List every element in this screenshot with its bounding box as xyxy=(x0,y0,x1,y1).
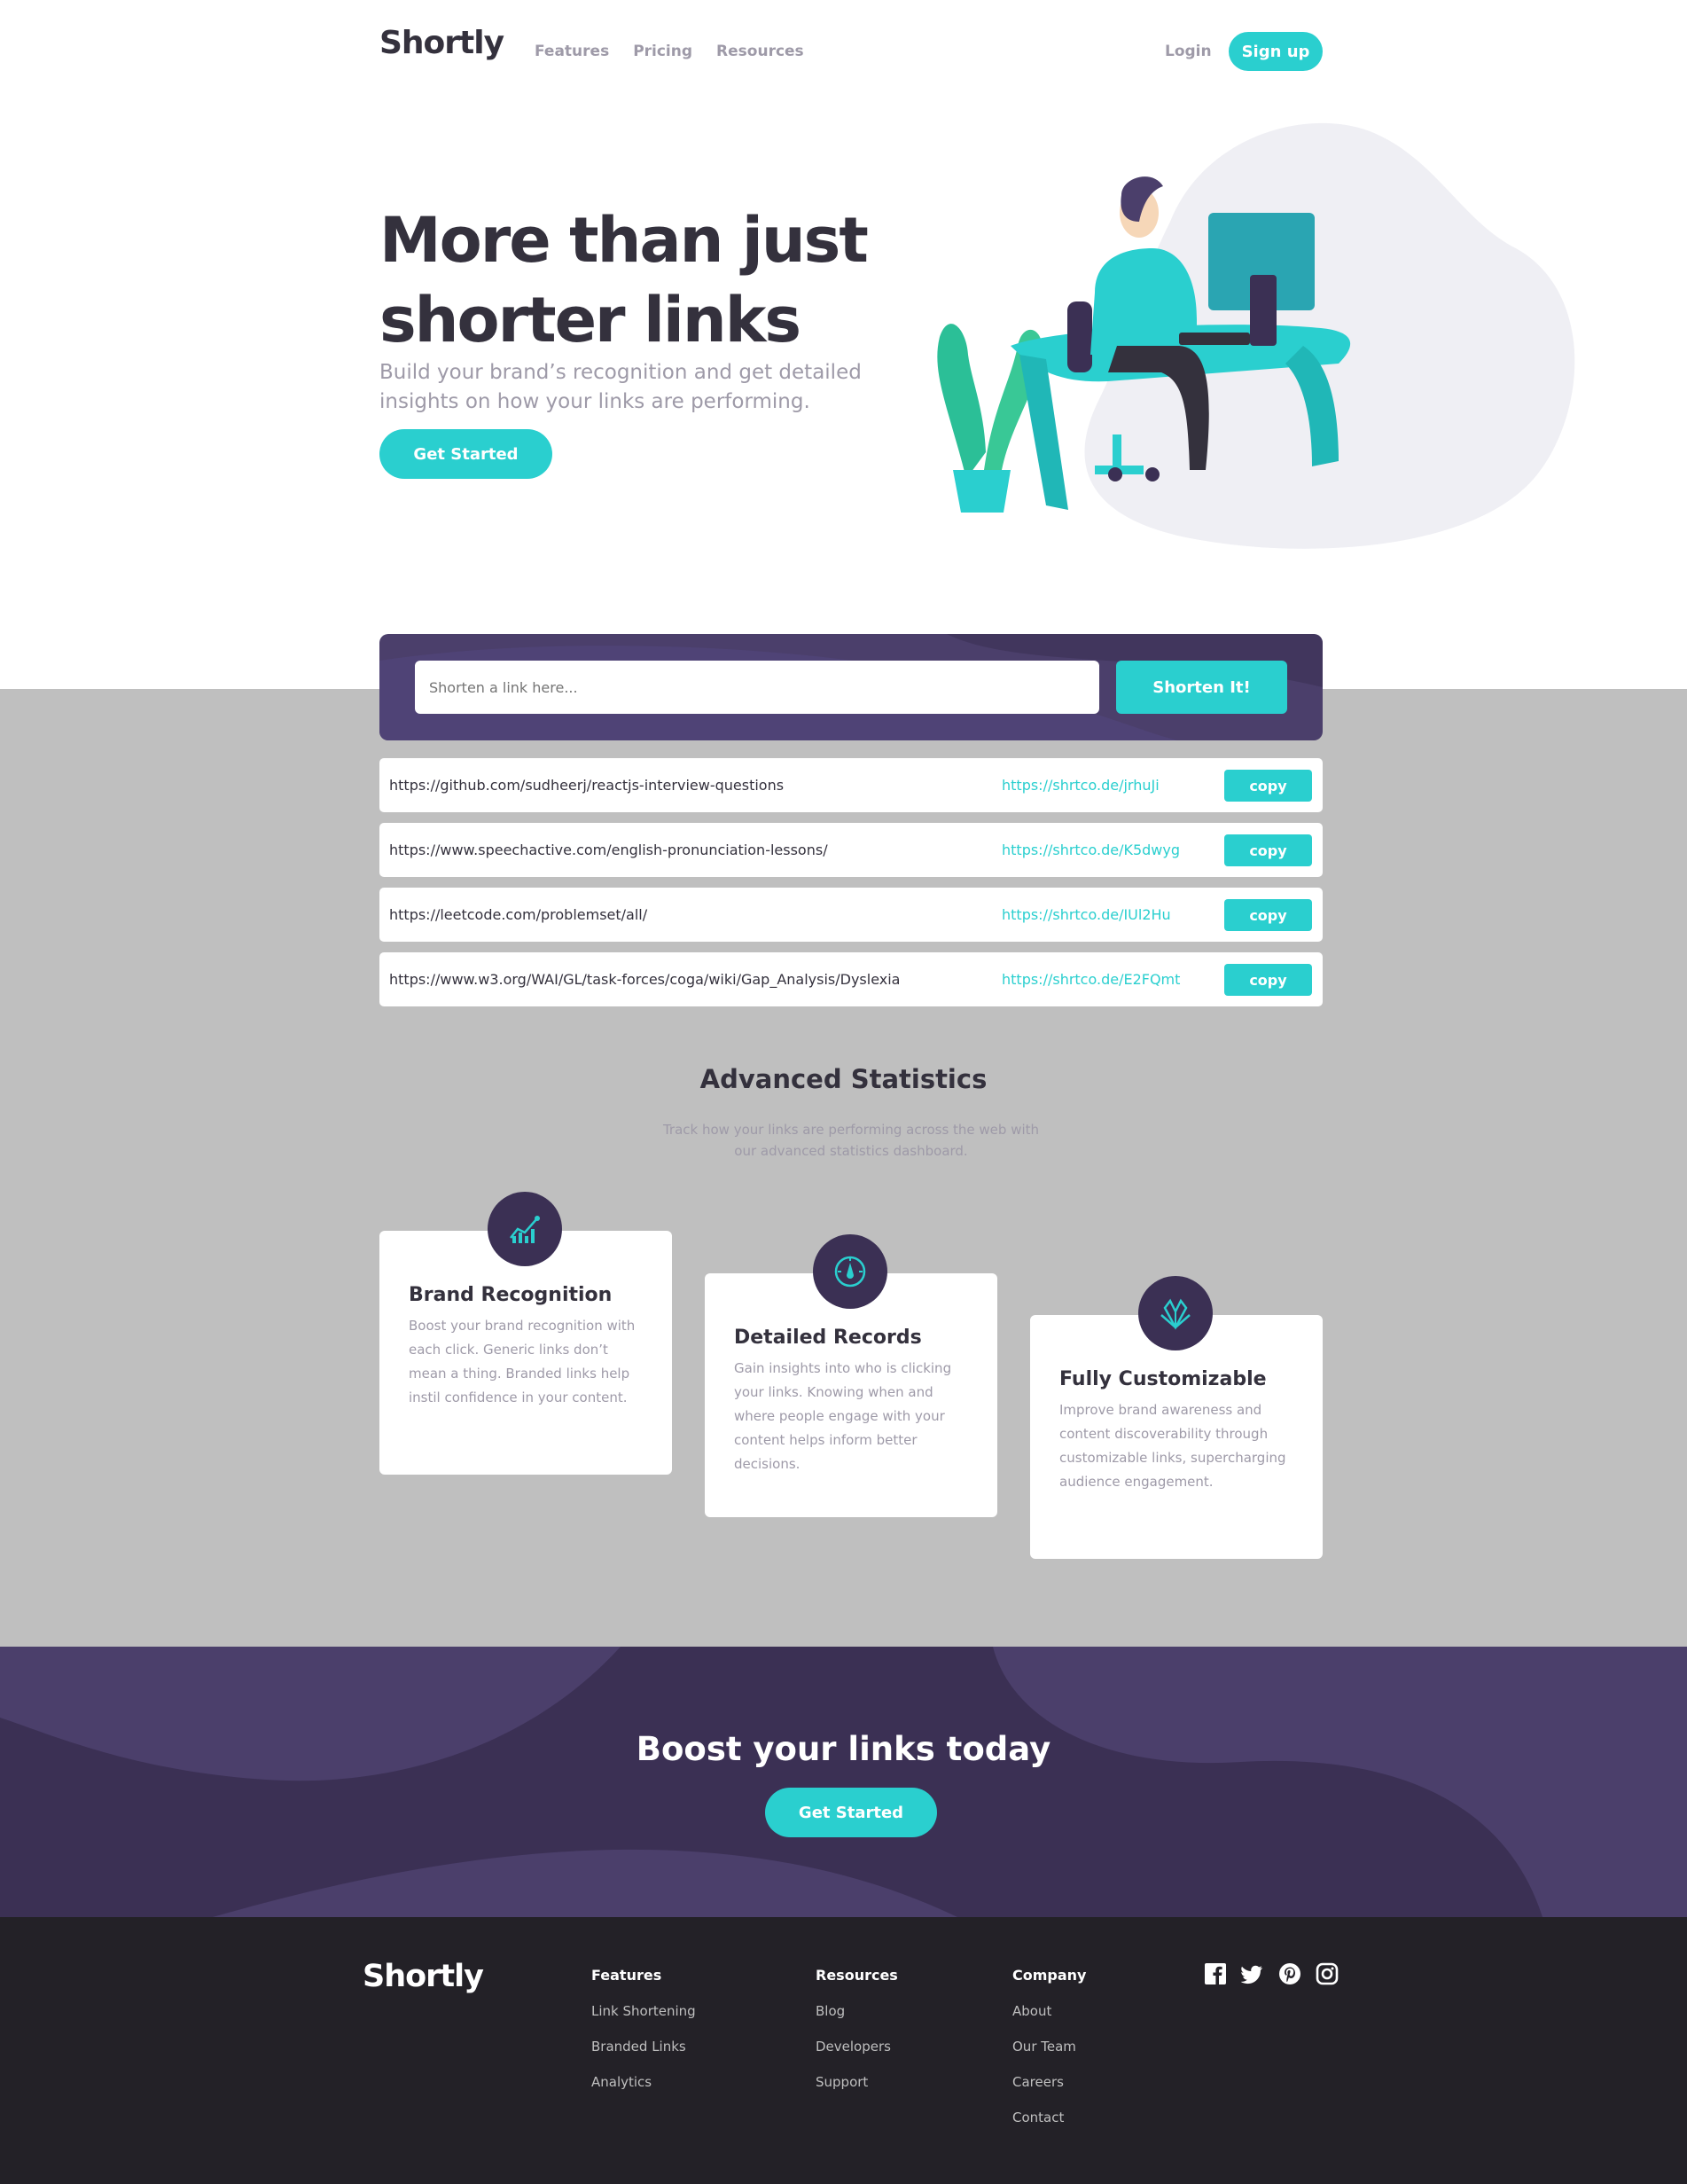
card-text: Gain insights into who is clicking your … xyxy=(734,1360,952,1472)
footer-link[interactable]: Link Shortening xyxy=(591,2003,696,2019)
social-links xyxy=(1204,1962,1339,1985)
footer-column-features: Features Link Shortening Branded Links A… xyxy=(591,1967,696,2110)
original-url: https://www.w3.org/WAI/GL/task-forces/co… xyxy=(389,971,901,988)
result-row: https://www.speechactive.com/english-pro… xyxy=(379,823,1323,877)
footer-link[interactable]: Blog xyxy=(816,2003,898,2019)
boost-section: Boost your links today Get Started xyxy=(0,1647,1687,1917)
result-row: https://github.com/sudheerj/reactjs-inte… xyxy=(379,758,1323,812)
feature-card-customizable: Fully Customizable Improve brand awarene… xyxy=(1030,1276,1323,1559)
shorten-button[interactable]: Shorten It! xyxy=(1116,661,1287,714)
nav-features[interactable]: Features xyxy=(535,43,609,60)
working-illustration xyxy=(937,122,1575,549)
footer-link[interactable]: Analytics xyxy=(591,2074,696,2090)
stats-title: Advanced Statistics xyxy=(699,1064,988,1094)
short-url[interactable]: https://shrtco.de/IUl2Hu xyxy=(1002,906,1171,923)
hero-subtitle: Build your brand’s recognition and get d… xyxy=(379,361,862,413)
original-url: https://leetcode.com/problemset/all/ xyxy=(389,906,648,923)
short-url[interactable]: https://shrtco.de/jrhuJi xyxy=(1002,777,1160,794)
nav-pricing[interactable]: Pricing xyxy=(633,43,692,60)
footer-column-company: Company About Our Team Careers Contact xyxy=(1012,1967,1086,2145)
shorten-form: Shorten It! xyxy=(379,634,1323,740)
hero-get-started-button[interactable]: Get Started xyxy=(379,429,552,479)
boost-title: Boost your links today xyxy=(636,1730,1051,1768)
card-text: Improve brand awareness and content disc… xyxy=(1059,1402,1286,1490)
card-title: Fully Customizable xyxy=(1059,1368,1267,1390)
shorten-input[interactable] xyxy=(415,661,1099,714)
card-title: Detailed Records xyxy=(734,1327,922,1349)
signup-button[interactable]: Sign up xyxy=(1229,32,1323,71)
facebook-icon[interactable] xyxy=(1204,1962,1227,1985)
twitter-icon[interactable] xyxy=(1240,1962,1264,1985)
footer-heading: Resources xyxy=(816,1967,898,1984)
copy-button[interactable]: copy xyxy=(1224,899,1312,931)
footer-logo[interactable]: Shortly xyxy=(363,1959,484,1994)
footer-link[interactable]: About xyxy=(1012,2003,1086,2019)
stats-subtitle: Track how your links are performing acro… xyxy=(662,1122,1040,1159)
copy-button[interactable]: copy xyxy=(1224,834,1312,866)
original-url: https://github.com/sudheerj/reactjs-inte… xyxy=(389,777,785,794)
brand-recognition-icon xyxy=(488,1192,562,1266)
nav-resources[interactable]: Resources xyxy=(716,43,804,60)
result-row: https://leetcode.com/problemset/all/ htt… xyxy=(379,888,1323,942)
boost-get-started-button[interactable]: Get Started xyxy=(765,1788,937,1837)
copy-button[interactable]: copy xyxy=(1224,964,1312,996)
instagram-icon[interactable] xyxy=(1316,1962,1339,1985)
footer-heading: Features xyxy=(591,1967,662,1984)
site-header: Shortly Features Pricing Resources Login… xyxy=(0,0,1687,106)
detailed-records-icon xyxy=(813,1234,887,1309)
footer-link[interactable]: Support xyxy=(816,2074,898,2090)
boost-bg-pattern xyxy=(0,1647,1687,1917)
result-row: https://www.w3.org/WAI/GL/task-forces/co… xyxy=(379,952,1323,1006)
hero-title: More than just shorter links xyxy=(379,204,869,356)
fully-customizable-icon xyxy=(1138,1276,1213,1350)
footer-heading: Company xyxy=(1012,1967,1087,1984)
site-footer: Shortly Features Link Shortening Branded… xyxy=(0,1917,1687,2184)
card-title: Brand Recognition xyxy=(409,1284,613,1306)
footer-link[interactable]: Branded Links xyxy=(591,2039,696,2055)
footer-link[interactable]: Careers xyxy=(1012,2074,1086,2090)
main-nav: Features Pricing Resources xyxy=(535,43,804,60)
login-link[interactable]: Login xyxy=(1165,43,1212,60)
footer-column-resources: Resources Blog Developers Support xyxy=(816,1967,898,2110)
feature-card-brand: Brand Recognition Boost your brand recog… xyxy=(379,1192,672,1475)
feature-card-records: Detailed Records Gain insights into who … xyxy=(705,1234,997,1517)
pinterest-icon[interactable] xyxy=(1278,1962,1301,1985)
footer-link[interactable]: Developers xyxy=(816,2039,898,2055)
logo[interactable]: Shortly xyxy=(379,25,504,61)
short-url[interactable]: https://shrtco.de/K5dwyg xyxy=(1002,842,1180,858)
card-text: Boost your brand recognition with each c… xyxy=(409,1318,636,1405)
original-url: https://www.speechactive.com/english-pro… xyxy=(389,842,828,858)
short-url[interactable]: https://shrtco.de/E2FQmt xyxy=(1002,971,1180,988)
copy-button[interactable]: copy xyxy=(1224,770,1312,802)
footer-link[interactable]: Our Team xyxy=(1012,2039,1086,2055)
footer-link[interactable]: Contact xyxy=(1012,2110,1086,2125)
